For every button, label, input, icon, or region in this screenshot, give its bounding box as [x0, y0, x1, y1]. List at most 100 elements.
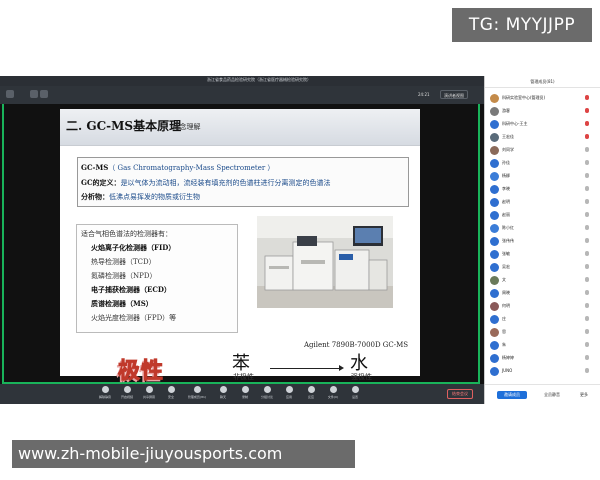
mic-icon[interactable] [585, 186, 589, 191]
avatar [490, 133, 499, 142]
member-row[interactable]: 思 [485, 326, 600, 338]
member-row[interactable]: 朱 [485, 339, 600, 351]
members-panel-footer: 邀请成员 全员静音 更多 [485, 384, 600, 404]
mute-all-button[interactable]: 全员静音 [535, 391, 569, 399]
avatar [490, 328, 499, 337]
avatar [490, 224, 499, 233]
mute-button[interactable]: 解除静音 [94, 386, 116, 402]
mic-icon[interactable] [585, 121, 589, 126]
member-row[interactable]: 刘同学 [485, 144, 600, 156]
avatar [490, 276, 499, 285]
window-title-bar: 浙江省食品药品检验研究院（浙江省医疗器械检验研究院） [0, 76, 484, 86]
member-row[interactable]: 杨婷婷 [485, 352, 600, 364]
definition-box: GC-MS（ Gas Chromatography-Mass Spectrome… [77, 157, 409, 207]
mic-icon[interactable] [585, 212, 589, 217]
mic-icon[interactable] [585, 342, 589, 347]
mic-icon[interactable] [585, 134, 589, 139]
detector-heading: 适合气相色谱法的检测器有： [81, 230, 172, 238]
mic-icon[interactable] [585, 277, 589, 282]
toolbar-label: 聊天 [219, 395, 226, 399]
member-row[interactable]: 游客 [485, 105, 600, 117]
member-row[interactable]: 王宏佳 [485, 131, 600, 143]
end-meeting-button[interactable]: 结束会议 [447, 389, 473, 399]
share-border-left [2, 104, 4, 384]
mic-icon[interactable] [585, 368, 589, 373]
member-row[interactable]: 陈小红 [485, 222, 600, 234]
video-button[interactable]: 开启视频 [116, 386, 138, 402]
avatar [490, 185, 499, 194]
settings-button[interactable]: 设置 [344, 386, 366, 402]
chat-button[interactable]: 聊天 [212, 386, 234, 402]
members-icon [193, 386, 201, 393]
member-row[interactable]: 科研中心-王主 [485, 118, 600, 130]
definition-text: （ Gas Chromatography-Mass Spectrometer ） [108, 164, 275, 172]
mic-icon[interactable] [585, 173, 589, 178]
breakout-button[interactable]: 分组讨论 [256, 386, 278, 402]
mic-icon[interactable] [585, 329, 589, 334]
avatar [490, 289, 499, 298]
member-name: 科研实验室中心(管理员) [502, 95, 546, 100]
more-button[interactable]: 更多 [575, 391, 593, 399]
avatar [490, 367, 499, 376]
toolbar-label: 录制 [241, 395, 248, 399]
member-row[interactable]: 杨柳 [485, 170, 600, 182]
toolbar-label: 文件(0) [327, 395, 339, 399]
security-button[interactable]: 安全 [160, 386, 182, 402]
member-row[interactable]: 庄 [485, 313, 600, 325]
member-row[interactable]: 文 [485, 274, 600, 286]
mic-icon[interactable] [585, 355, 589, 360]
manage-members-button[interactable]: 管理成员(81) [186, 386, 208, 402]
mic-icon[interactable] [585, 147, 589, 152]
member-name: 赵明 [502, 199, 510, 204]
camera-icon [123, 386, 131, 393]
slide-subtitle: -概念理解 [170, 123, 201, 131]
toolbar-label: 共享屏幕 [142, 395, 155, 399]
member-row[interactable]: JUNO [485, 365, 600, 377]
gc-ms-instrument-image [257, 216, 393, 308]
member-name: 文 [502, 277, 506, 282]
record-button[interactable]: 录制 [234, 386, 256, 402]
member-row[interactable]: 吴宏 [485, 261, 600, 273]
member-row[interactable]: 赵明 [485, 196, 600, 208]
mic-icon[interactable] [585, 95, 589, 100]
shared-screen: 二. GC-MS基本原理 -概念理解 GC-MS（ Gas Chromatogr… [0, 104, 484, 386]
mic-icon[interactable] [585, 225, 589, 230]
security-icon[interactable] [6, 90, 14, 98]
member-row[interactable]: 何明 [485, 300, 600, 312]
instrument-photo [257, 216, 393, 308]
member-name: 陈小红 [502, 225, 514, 230]
member-row[interactable]: 赵丽 [485, 209, 600, 221]
mic-icon[interactable] [585, 160, 589, 165]
mic-icon[interactable] [585, 238, 589, 243]
member-name: 周晓 [502, 290, 510, 295]
detector-list-box: 适合气相色谱法的检测器有： 火焰离子化检测器（FID） 热导检测器（TCD） 氮… [76, 224, 238, 333]
member-name: 庄 [502, 316, 506, 321]
share-border-right [478, 104, 480, 384]
mic-icon[interactable] [585, 290, 589, 295]
invite-button[interactable]: 邀请成员 [497, 391, 527, 399]
member-row[interactable]: 周晓 [485, 287, 600, 299]
apps-button[interactable]: 应用 [278, 386, 300, 402]
mic-icon[interactable] [585, 264, 589, 269]
member-name: 吴宏 [502, 264, 510, 269]
share-screen-button[interactable]: 共享屏幕 [138, 386, 160, 402]
screen-share-icon[interactable] [40, 90, 48, 98]
member-row[interactable]: 张伟伟 [485, 235, 600, 247]
member-row[interactable]: 张敏 [485, 248, 600, 260]
mic-icon[interactable] [585, 199, 589, 204]
view-button[interactable]: 演讲者视图 [440, 90, 468, 99]
mic-icon[interactable] [585, 251, 589, 256]
reaction-button[interactable]: 反应 [300, 386, 322, 402]
pause-icon[interactable] [30, 90, 38, 98]
avatar [490, 172, 499, 181]
avatar [490, 237, 499, 246]
files-button[interactable]: 文件(0) [322, 386, 344, 402]
detector-item: 热导检测器（TCD） [91, 258, 156, 266]
mic-icon[interactable] [585, 303, 589, 308]
member-row[interactable]: 孙佳 [485, 157, 600, 169]
mic-icon[interactable] [585, 108, 589, 113]
mic-icon[interactable] [585, 316, 589, 321]
member-row[interactable]: 李晓 [485, 183, 600, 195]
member-row[interactable]: 科研实验室中心(管理员) [485, 92, 600, 104]
toolbar-label: 开启视频 [120, 395, 133, 399]
